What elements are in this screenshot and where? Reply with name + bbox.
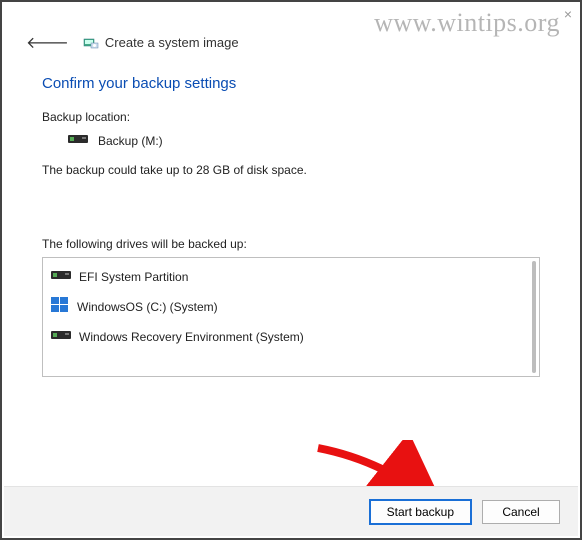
dialog-footer: Start backup Cancel	[4, 486, 578, 536]
hdd-icon	[51, 328, 71, 345]
window-title-text: Create a system image	[105, 35, 239, 50]
backup-location-value: Backup (M:)	[98, 134, 163, 148]
drive-label: EFI System Partition	[79, 270, 188, 284]
backup-location-label: Backup location:	[42, 110, 540, 124]
close-icon[interactable]: ×	[564, 6, 572, 22]
drive-label: WindowsOS (C:) (System)	[77, 300, 218, 314]
backup-location-row: Backup (M:)	[42, 132, 540, 149]
list-item: Windows Recovery Environment (System)	[47, 322, 521, 351]
list-item: EFI System Partition	[47, 262, 521, 291]
disk-space-text: The backup could take up to 28 GB of dis…	[42, 163, 540, 177]
windows-logo-icon	[51, 297, 69, 316]
drive-label: Windows Recovery Environment (System)	[79, 330, 304, 344]
start-backup-button[interactable]: Start backup	[369, 499, 472, 525]
hdd-icon	[68, 132, 88, 149]
hdd-icon	[51, 268, 71, 285]
list-item: WindowsOS (C:) (System)	[47, 291, 521, 322]
window-header: 🡐 Create a system image	[2, 2, 580, 65]
page-title: Confirm your backup settings	[42, 75, 540, 92]
drives-listbox: EFI System Partition WindowsOS (C:) (Sys…	[42, 257, 540, 377]
drives-label: The following drives will be backed up:	[42, 237, 540, 251]
window-title: Create a system image	[83, 35, 239, 51]
back-arrow-icon[interactable]: 🡐	[22, 30, 73, 55]
cancel-button[interactable]: Cancel	[482, 500, 560, 524]
scrollbar[interactable]	[524, 259, 538, 375]
system-image-icon	[83, 35, 99, 51]
content-area: Confirm your backup settings Backup loca…	[2, 65, 580, 377]
